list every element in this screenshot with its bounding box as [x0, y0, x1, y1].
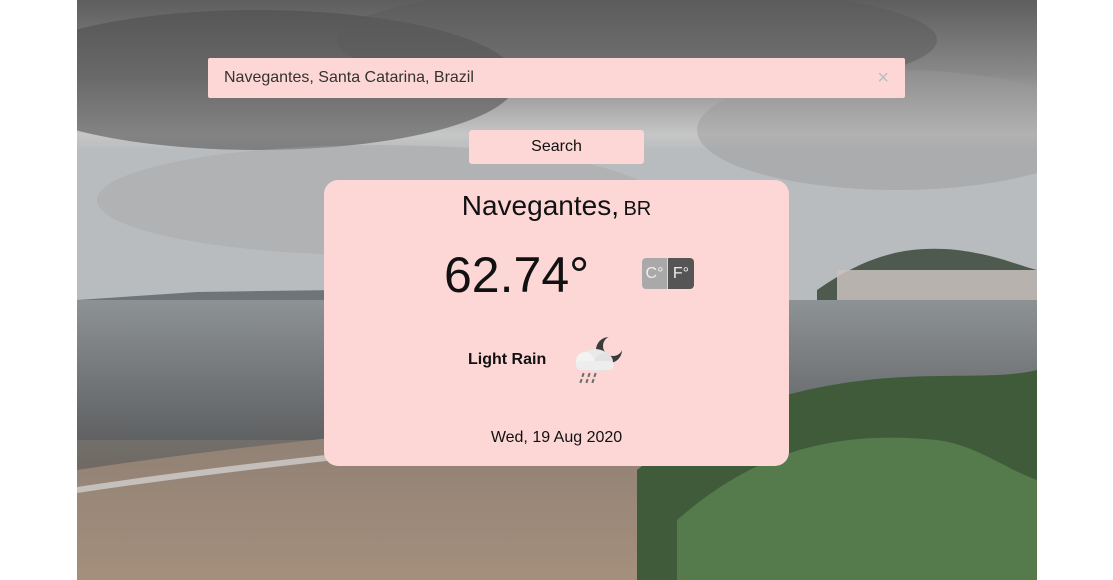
weather-condition: Light Rain	[468, 351, 547, 368]
fahrenheit-button[interactable]: F°	[668, 258, 694, 289]
city-name: Navegantes,	[461, 190, 619, 221]
temperature-value: 62.74°	[444, 247, 590, 303]
location-title: Navegantes, BR	[324, 190, 789, 222]
unit-toggle: C° F°	[642, 258, 694, 289]
cloud-moon-rain-icon	[576, 336, 623, 384]
search-button[interactable]: Search	[469, 130, 644, 164]
search-box[interactable]: ×	[208, 58, 905, 98]
location-search-input[interactable]	[224, 58, 878, 98]
celsius-button[interactable]: C°	[642, 258, 668, 289]
forecast-date: Wed, 19 Aug 2020	[490, 429, 623, 446]
weather-card: Navegantes, BR 62.74° C° F° Light Rain W…	[324, 180, 789, 466]
country-code: BR	[623, 198, 652, 220]
clear-icon[interactable]: ×	[877, 68, 889, 88]
